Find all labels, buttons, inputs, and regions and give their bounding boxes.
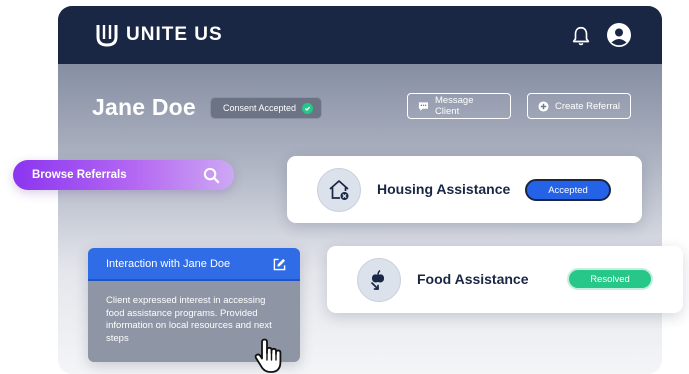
consent-status-badge: Consent Accepted — [210, 97, 323, 119]
create-referral-button[interactable]: Create Referral — [527, 93, 631, 119]
house-icon — [317, 168, 361, 212]
unite-us-logo-icon — [96, 25, 118, 47]
logo[interactable]: UNITE US — [96, 23, 223, 47]
consent-label: Consent Accepted — [223, 103, 297, 113]
client-name: Jane Doe — [92, 94, 196, 120]
service-title: Food Assistance — [417, 271, 529, 287]
interaction-body: Client expressed interest in accessing f… — [106, 295, 272, 344]
top-navbar: UNITE US — [58, 6, 662, 64]
create-referral-label: Create Referral — [555, 100, 620, 112]
edit-icon[interactable] — [273, 258, 286, 271]
search-icon — [203, 167, 220, 184]
check-circle-icon — [302, 102, 314, 114]
interaction-title: Interaction with Jane Doe — [106, 257, 231, 270]
chat-icon — [418, 101, 429, 111]
message-client-label: Message Client — [434, 95, 474, 117]
logo-text: UNITE US — [126, 24, 223, 45]
bell-icon[interactable] — [570, 25, 592, 47]
service-card-food[interactable]: Food Assistance Resolved — [327, 246, 683, 313]
interaction-header: Interaction with Jane Doe — [88, 248, 300, 281]
browse-referrals-button[interactable]: Browse Referrals — [13, 160, 234, 190]
browse-referrals-label: Browse Referrals — [32, 169, 127, 181]
service-title: Housing Assistance — [377, 181, 511, 197]
service-card-housing[interactable]: Housing Assistance Accepted — [287, 156, 642, 223]
plus-circle-icon — [538, 100, 549, 112]
hand-pointer-icon — [254, 338, 282, 373]
status-badge-resolved: Resolved — [567, 268, 653, 290]
status-badge-accepted: Accepted — [525, 179, 611, 201]
apple-icon — [357, 258, 401, 302]
message-client-button[interactable]: Message Client — [407, 93, 511, 119]
user-avatar-icon[interactable] — [607, 23, 631, 47]
